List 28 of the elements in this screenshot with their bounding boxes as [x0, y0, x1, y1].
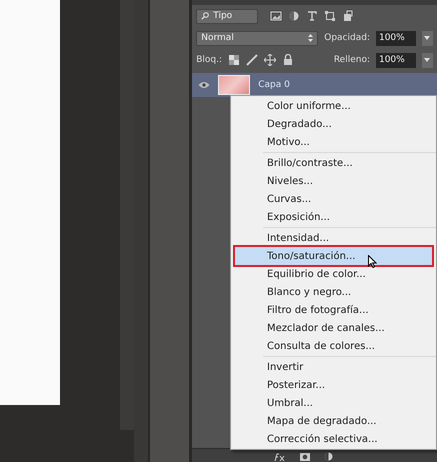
menu-item[interactable]: Umbral... — [233, 394, 434, 412]
menu-item[interactable]: Mezclador de canales... — [233, 319, 434, 337]
menu-item[interactable]: Blanco y negro... — [233, 283, 434, 301]
menu-item[interactable]: Tono/saturación... — [233, 247, 434, 265]
menu-item[interactable]: Intensidad... — [233, 229, 434, 247]
fill-field[interactable]: 100% — [376, 52, 416, 68]
menu-item[interactable]: Niveles... — [233, 172, 434, 190]
lock-label: Bloq.: — [196, 55, 222, 65]
fill-label: Relleno: — [334, 55, 370, 65]
menu-item[interactable]: Exposición... — [233, 208, 434, 226]
menu-item[interactable]: Corrección selectiva... — [233, 430, 434, 448]
menu-item[interactable]: Equilibrio de color... — [233, 265, 434, 283]
filter-dropdown[interactable]: Tipo — [196, 8, 258, 24]
opacity-label: Opacidad: — [324, 33, 370, 43]
menu-item[interactable]: Color uniforme... — [233, 97, 434, 115]
menu-item[interactable]: Brillo/contraste... — [233, 154, 434, 172]
menu-item[interactable]: Degradado... — [233, 115, 434, 133]
menu-item[interactable]: Mapa de degradado... — [233, 412, 434, 430]
layer-row[interactable]: Capa 0 — [192, 73, 437, 97]
menu-item[interactable]: Curvas... — [233, 190, 434, 208]
menu-item[interactable]: Posterizar... — [233, 376, 434, 394]
menu-item[interactable]: Filtro de fotografía... — [233, 301, 434, 319]
menu-item[interactable]: Consulta de colores... — [233, 337, 434, 355]
opacity-field[interactable]: 100% — [376, 30, 416, 46]
menu-item[interactable]: Motivo... — [233, 133, 434, 151]
layer-name: Capa 0 — [258, 80, 290, 90]
menu-item[interactable]: Invertir — [233, 358, 434, 376]
blend-mode-dropdown[interactable]: Normal — [196, 30, 318, 46]
